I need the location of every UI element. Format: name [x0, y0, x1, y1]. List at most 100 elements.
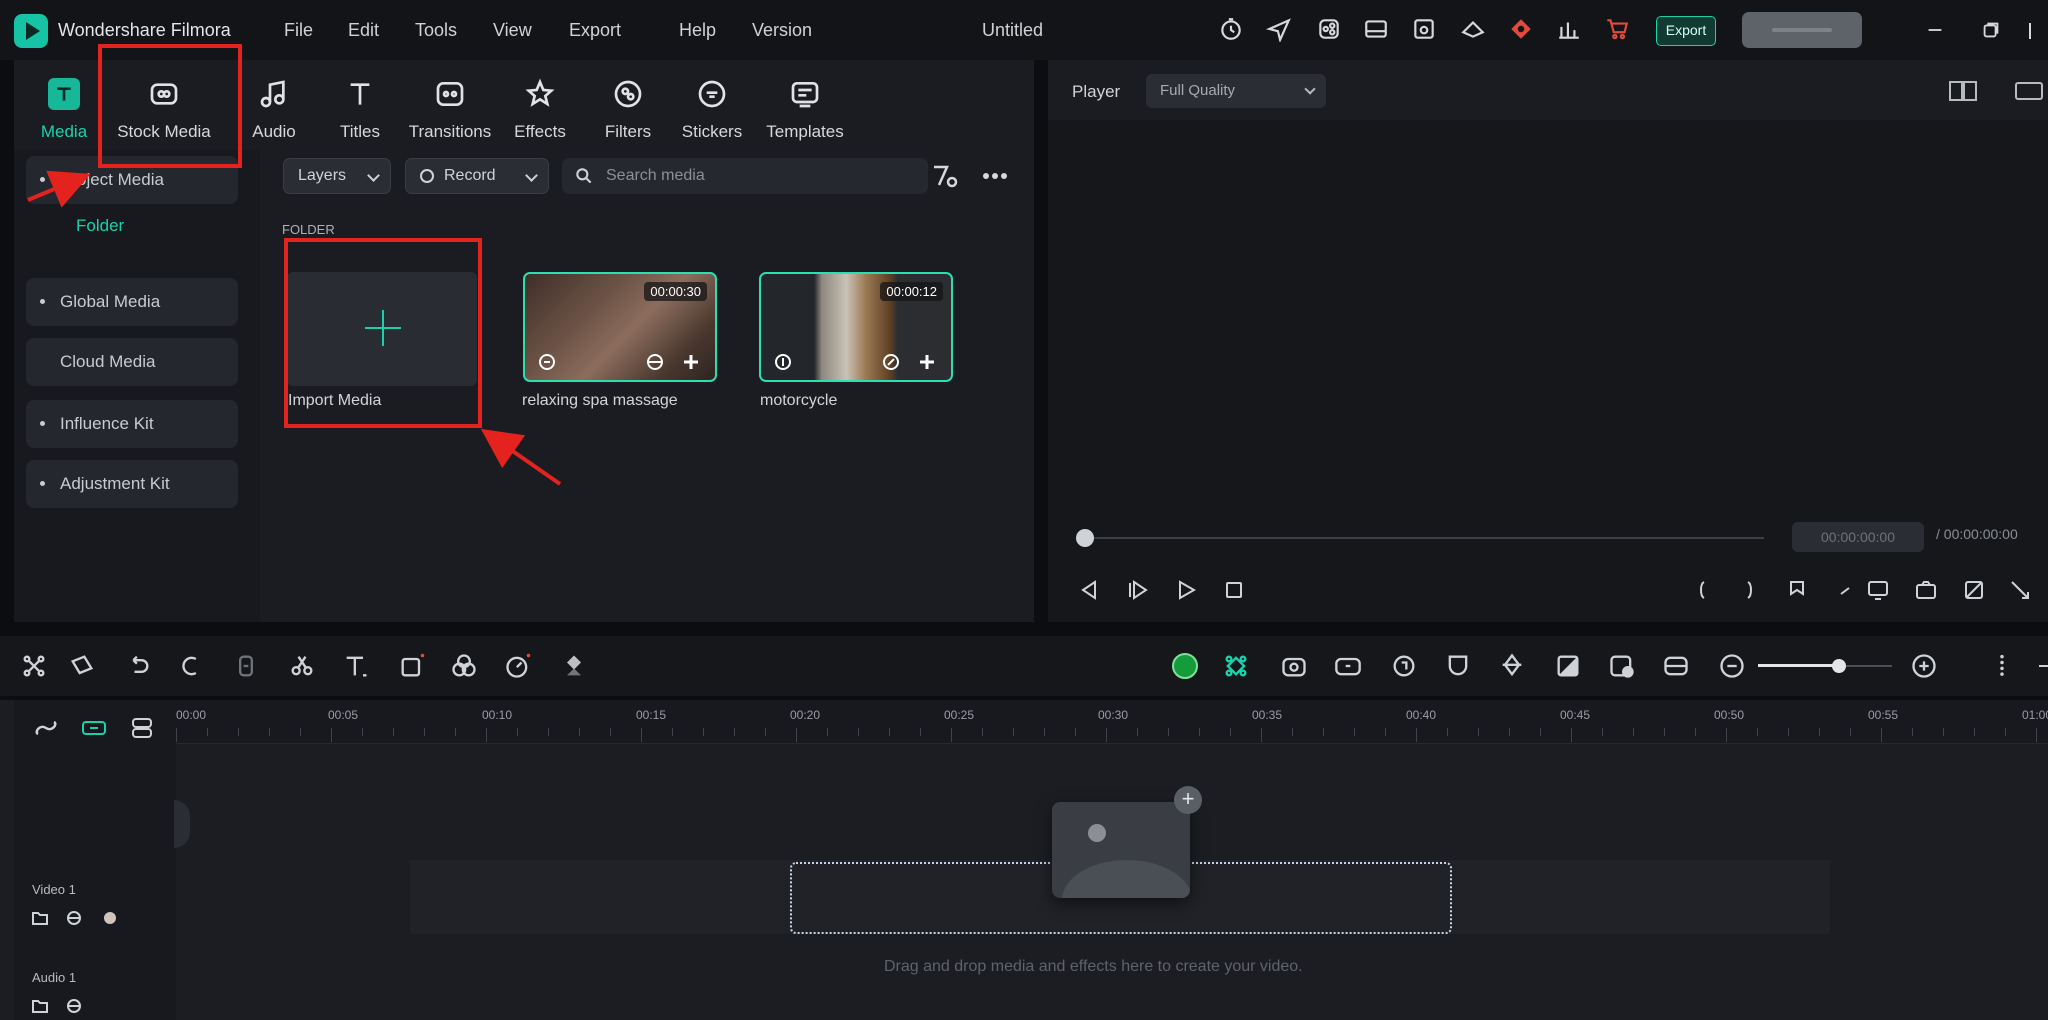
stabilize-icon[interactable] [560, 652, 588, 680]
visibility-dot-icon[interactable] [104, 912, 116, 924]
tab-effects[interactable]: Effects [490, 68, 590, 148]
sidebar-item-influence-kit[interactable]: Influence Kit [26, 400, 238, 448]
lock-icon[interactable] [64, 908, 84, 928]
sidebar-item-cloud-media[interactable]: Cloud Media [26, 338, 238, 386]
menu-version[interactable]: Version [752, 20, 812, 41]
menu-view[interactable]: View [493, 20, 532, 41]
split-icon[interactable] [288, 652, 316, 680]
camera-icon[interactable] [1914, 578, 1938, 602]
add-to-timeline-icon[interactable] [917, 352, 937, 372]
record-dropdown[interactable]: Record [405, 158, 549, 194]
add-track-icon[interactable] [80, 716, 108, 740]
zoom-slider-handle[interactable] [1832, 659, 1846, 673]
grid-view-icon[interactable] [1948, 80, 1978, 102]
filter-icon[interactable] [930, 162, 960, 190]
menu-help[interactable]: Help [679, 20, 716, 41]
share-icon[interactable] [1316, 16, 1342, 42]
tab-titles[interactable]: Titles [310, 68, 410, 148]
snapshot-icon[interactable] [2014, 80, 2044, 102]
search-box[interactable] [562, 158, 928, 194]
cart-icon[interactable] [1604, 16, 1630, 42]
menu-export[interactable]: Export [569, 20, 621, 41]
step-forward-icon[interactable] [1126, 578, 1150, 602]
play-icon[interactable] [1174, 578, 1198, 602]
crop-tool-icon[interactable] [398, 652, 426, 680]
timer-icon[interactable] [1218, 16, 1244, 42]
fullscreen-icon[interactable] [2008, 578, 2032, 602]
text-tool-icon[interactable] [342, 652, 370, 680]
auto-reframe-icon[interactable] [1280, 652, 1308, 680]
mark-out-icon[interactable] [1738, 578, 1762, 602]
select-tool-icon[interactable] [20, 652, 48, 680]
mask-icon[interactable] [1608, 652, 1636, 680]
close-icon[interactable] [2028, 19, 2044, 41]
folder-icon[interactable] [30, 996, 50, 1016]
marker-icon[interactable] [1786, 578, 1810, 602]
link-icon[interactable] [32, 716, 60, 740]
timeline-more-icon[interactable] [1988, 652, 2016, 680]
crop-icon[interactable] [1962, 578, 1986, 602]
export-button[interactable]: Export [1656, 16, 1716, 46]
drop-hint-text: Drag and drop media and effects here to … [884, 958, 1303, 975]
media-icon [48, 78, 80, 110]
menu-tools[interactable]: Tools [415, 20, 457, 41]
add-media-plus-icon[interactable]: + [1174, 786, 1202, 814]
search-input[interactable] [606, 158, 906, 194]
restore-icon[interactable] [1980, 19, 2002, 41]
menu-file[interactable]: File [284, 20, 313, 41]
sort-dropdown[interactable]: Layers [283, 158, 391, 194]
sidebar-item-adjustment-kit[interactable]: Adjustment Kit [26, 460, 238, 508]
tab-transitions[interactable]: Transitions [400, 68, 500, 148]
mark-in-icon[interactable] [1690, 578, 1714, 602]
more-options-icon[interactable] [980, 162, 1010, 190]
display-icon[interactable] [1866, 578, 1890, 602]
ai-tool-icon[interactable] [1222, 652, 1250, 680]
send-icon[interactable] [1265, 16, 1292, 44]
media-clip[interactable]: 00:00:12 [759, 272, 953, 382]
redo-icon[interactable] [176, 652, 204, 680]
ruler-tick [1354, 728, 1355, 736]
track-manager-icon[interactable] [128, 716, 156, 740]
quality-dropdown[interactable]: Full Quality [1146, 74, 1326, 108]
tab-templates[interactable]: Templates [750, 68, 860, 148]
folder-icon[interactable] [30, 908, 50, 928]
lock-icon[interactable] [64, 996, 84, 1016]
favorite-icon[interactable] [645, 352, 665, 372]
stop-icon[interactable] [1222, 578, 1246, 602]
ripple-tool-icon[interactable] [68, 652, 96, 680]
scrubber-handle[interactable] [1076, 529, 1094, 547]
audio-ducking-icon[interactable] [1662, 652, 1690, 680]
minimize-icon[interactable] [1924, 19, 1946, 41]
gift-icon[interactable] [1508, 16, 1534, 42]
timeline-ruler[interactable]: 00:00 00:05 00:10 00:15 00:20 00:25 00:3… [176, 700, 2048, 744]
cloud-icon[interactable] [1460, 16, 1486, 42]
media-clip[interactable]: 00:00:30 [523, 272, 717, 382]
menu-edit[interactable]: Edit [348, 20, 379, 41]
previous-frame-icon[interactable] [1078, 578, 1102, 602]
undo-icon[interactable] [124, 652, 152, 680]
zoom-in-icon[interactable] [1910, 652, 1938, 680]
sidebar-item-global-media[interactable]: Global Media [26, 278, 238, 326]
zoom-out-icon[interactable] [1718, 652, 1746, 680]
save-icon[interactable] [1411, 16, 1437, 42]
timeline-minimize-icon[interactable] [2030, 652, 2048, 680]
tab-stickers[interactable]: Stickers [662, 68, 762, 148]
login-button[interactable] [1742, 12, 1862, 48]
record-voiceover-icon[interactable] [1172, 653, 1198, 679]
delete-icon[interactable] [232, 652, 260, 680]
motion-tracking-icon[interactable] [1498, 652, 1526, 680]
clip-settings-icon[interactable] [1334, 652, 1362, 680]
favorite-icon[interactable] [881, 352, 901, 372]
stats-icon[interactable] [1556, 16, 1582, 42]
add-to-timeline-icon[interactable] [681, 352, 701, 372]
audio-settings-icon[interactable] [1390, 652, 1418, 680]
speed-icon[interactable] [504, 652, 532, 680]
chevron-down-icon [1304, 83, 1316, 95]
color-match-icon[interactable] [1554, 652, 1582, 680]
track-resize-handle[interactable] [174, 800, 190, 848]
playback-scrubber[interactable] [1084, 537, 1764, 539]
sidebar-item-folder[interactable]: Folder [26, 202, 238, 250]
color-icon[interactable] [450, 652, 478, 680]
shield-icon[interactable] [1444, 652, 1472, 680]
layout-icon[interactable] [1363, 16, 1389, 42]
